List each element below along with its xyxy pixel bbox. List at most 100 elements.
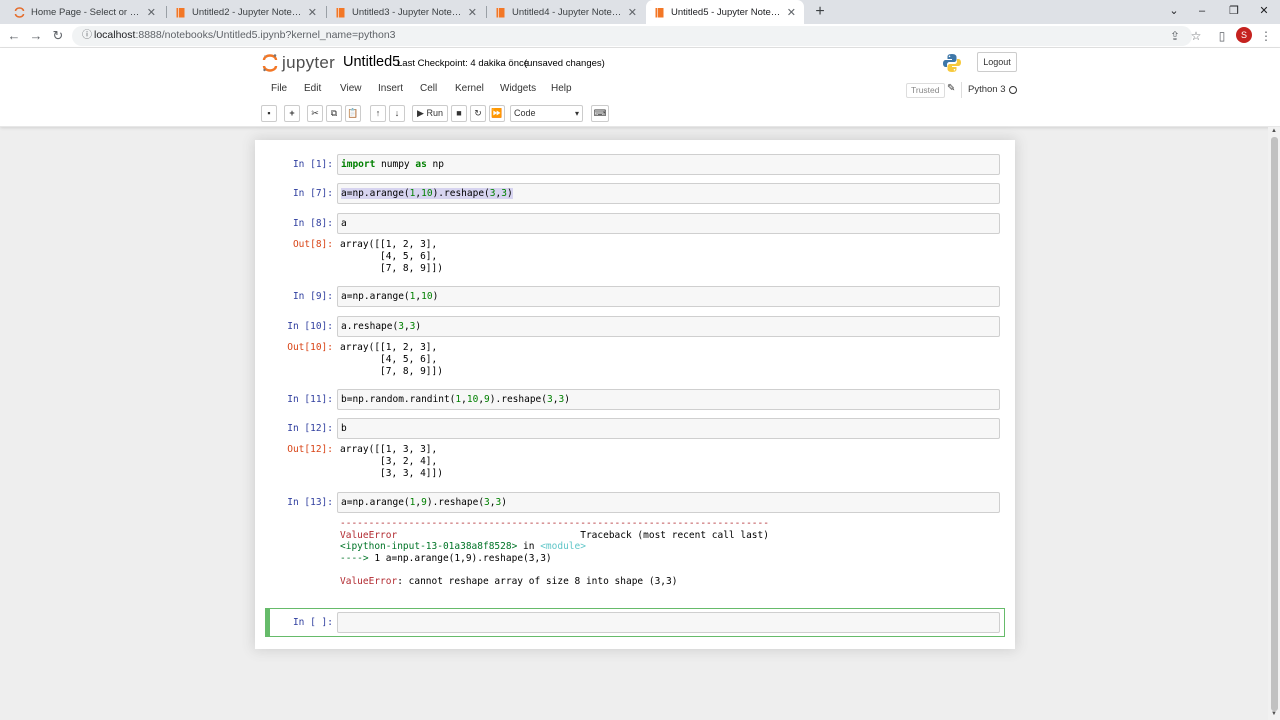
restore-button[interactable]: ❐ (1218, 0, 1250, 24)
kernel-name[interactable]: Python 3 (968, 84, 1006, 95)
code-input[interactable]: b=np.random.randint(1,10,9).reshape(3,3) (337, 389, 1000, 410)
page-scrollbar[interactable]: ▲ ▼ (1268, 127, 1280, 720)
scroll-up-icon[interactable]: ▲ (1270, 128, 1278, 134)
browser-tab-home[interactable]: Home Page - Select or create a n ✕ (6, 0, 164, 24)
run-button[interactable]: ▶ Run (412, 105, 448, 122)
close-icon[interactable]: ✕ (147, 6, 156, 19)
move-up-icon[interactable]: ↑ (370, 105, 386, 122)
code-input[interactable]: import numpy as np (337, 154, 1000, 175)
tab-title: Untitled2 - Jupyter Notebook (192, 6, 302, 18)
menu-cell[interactable]: Cell (420, 83, 437, 94)
input-prompt: In [9]: (292, 291, 333, 302)
menu-insert[interactable]: Insert (378, 83, 403, 94)
menu-kernel[interactable]: Kernel (455, 83, 484, 94)
command-palette-keyboard-icon[interactable]: ⌨ (591, 105, 609, 122)
new-tab-button[interactable]: + (810, 2, 830, 22)
code-input[interactable]: a (337, 213, 1000, 234)
browser-tab-untitled5[interactable]: Untitled5 - Jupyter Notebook ✕ (646, 0, 804, 24)
code-input[interactable]: a.reshape(3,3) (337, 316, 1000, 337)
code-input[interactable]: a=np.arange(1,10).reshape(3,3) (337, 183, 1000, 204)
cell-type-select[interactable]: Code ▾ (510, 105, 583, 122)
profile-avatar[interactable]: S (1236, 27, 1252, 43)
traceback-divider: ----------------------------------------… (340, 518, 769, 529)
restart-run-all-icon[interactable]: ⏩ (489, 105, 505, 122)
cut-icon[interactable]: ✂ (307, 105, 323, 122)
scrollbar-thumb[interactable] (1271, 137, 1278, 711)
minimize-button[interactable]: – (1186, 0, 1218, 24)
address-bar[interactable]: ⓘ localhost:8888/notebooks/Untitled5.ipy… (72, 26, 1192, 46)
browser-tab-untitled2[interactable]: Untitled2 - Jupyter Notebook ✕ (167, 0, 325, 24)
browser-tab-untitled3[interactable]: Untitled3 - Jupyter Notebook ✕ (327, 0, 485, 24)
reload-icon[interactable]: ↻ (49, 27, 67, 45)
code-input[interactable]: a=np.arange(1,9).reshape(3,3) (337, 492, 1000, 513)
menu-widgets[interactable]: Widgets (500, 83, 536, 94)
logout-button[interactable]: Logout (977, 52, 1017, 72)
input-prompt: In [11]: (287, 394, 333, 405)
jupyter-favicon-icon (14, 6, 25, 18)
input-prompt: In [13]: (287, 497, 333, 508)
close-icon[interactable]: ✕ (787, 6, 796, 19)
input-prompt: In [10]: (287, 321, 333, 332)
chevron-down-icon: ▾ (574, 109, 579, 118)
scroll-down-icon[interactable]: ▼ (1270, 711, 1278, 717)
close-icon[interactable]: ✕ (308, 6, 317, 19)
forward-arrow-icon[interactable]: → (27, 27, 45, 45)
input-prompt: In [ ]: (292, 617, 333, 628)
save-icon[interactable]: ▪ (261, 105, 277, 122)
error-input-ref: <ipython-input-13-01a38a8f8528> (340, 541, 518, 553)
run-icon: ▶ (417, 108, 424, 118)
output-prompt: Out[12]: (287, 444, 333, 455)
share-icon[interactable]: ⇪ (1166, 27, 1184, 45)
notebook-name[interactable]: Untitled5 (343, 54, 400, 70)
browser-toolbar: ← → ↻ ⓘ localhost:8888/notebooks/Untitle… (0, 24, 1280, 48)
notebook-container: In [1]: import numpy as np In [7]: a=np.… (255, 140, 1015, 649)
copy-icon[interactable]: ⧉ (326, 105, 342, 122)
cell-output: array([[1, 3, 3], [3, 2, 4], [3, 3, 4]]) (340, 444, 443, 479)
interrupt-icon[interactable]: ■ (451, 105, 467, 122)
side-panel-icon[interactable]: ▯ (1213, 27, 1231, 45)
tab-title: Untitled4 - Jupyter Notebook (512, 6, 622, 18)
insert-cell-below-icon[interactable]: + (284, 105, 300, 122)
cell-type-value: Code (514, 108, 536, 118)
close-icon[interactable]: ✕ (468, 6, 477, 19)
tab-title: Untitled5 - Jupyter Notebook (671, 6, 781, 18)
trusted-indicator[interactable]: Trusted (906, 83, 945, 98)
paste-icon[interactable]: 📋 (345, 105, 361, 122)
code-input[interactable]: b (337, 418, 1000, 439)
back-arrow-icon[interactable]: ← (5, 27, 23, 45)
divider (961, 82, 962, 98)
jupyter-header: jupyter Untitled5 Last Checkpoint: 4 dak… (0, 48, 1280, 127)
jupyter-logo-icon (262, 53, 278, 73)
notebook-favicon-icon (175, 7, 186, 18)
url-host: localhost (94, 29, 136, 41)
menu-help[interactable]: Help (551, 83, 572, 94)
close-window-button[interactable]: ✕ (1248, 0, 1280, 24)
menu-edit[interactable]: Edit (304, 83, 321, 94)
cell-output: array([[1, 2, 3], [4, 5, 6], [7, 8, 9]]) (340, 239, 443, 274)
code-input[interactable]: a=np.arange(1,10) (337, 286, 1000, 307)
menu-bar: File Edit View Insert Cell Kernel Widget… (258, 80, 1020, 100)
restart-kernel-icon[interactable]: ↻ (470, 105, 486, 122)
move-down-icon[interactable]: ↓ (389, 105, 405, 122)
browser-menu-icon[interactable]: ⋮ (1257, 27, 1275, 45)
url-text: localhost:8888/notebooks/Untitled5.ipynb… (94, 29, 396, 41)
error-module: <module> (540, 541, 586, 553)
input-prompt: In [7]: (292, 188, 333, 199)
notebook-favicon-icon (654, 7, 665, 18)
jupyter-logo[interactable]: jupyter (262, 53, 335, 73)
jupyter-wordmark: jupyter (282, 53, 336, 72)
browser-tab-untitled4[interactable]: Untitled4 - Jupyter Notebook ✕ (487, 0, 645, 24)
site-info-icon[interactable]: ⓘ (80, 29, 94, 43)
menu-view[interactable]: View (340, 83, 362, 94)
bookmark-star-icon[interactable]: ☆ (1187, 27, 1205, 45)
tab-title: Untitled3 - Jupyter Notebook (352, 6, 462, 18)
browser-tab-strip: Home Page - Select or create a n ✕ Untit… (0, 0, 1280, 24)
code-input[interactable] (337, 612, 1000, 633)
error-name: ValueError (340, 529, 398, 541)
menu-file[interactable]: File (271, 83, 287, 94)
notebook-favicon-icon (495, 7, 506, 18)
output-prompt: Out[10]: (287, 342, 333, 353)
close-icon[interactable]: ✕ (628, 6, 637, 19)
edit-mode-pencil-icon: ✎ (947, 83, 956, 94)
notebook-favicon-icon (335, 7, 346, 18)
